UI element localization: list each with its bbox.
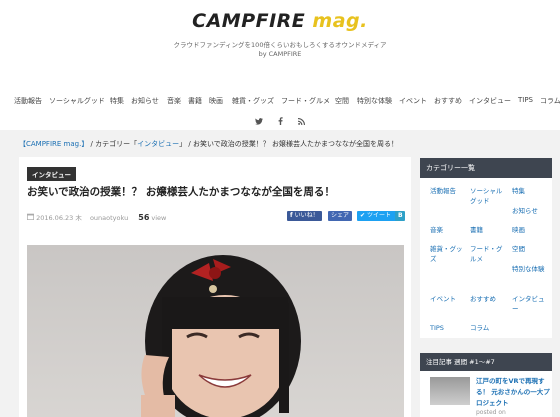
calendar-icon: [27, 213, 36, 222]
nav-item[interactable]: 書籍: [188, 96, 202, 106]
nav-item[interactable]: お知らせ: [131, 96, 159, 106]
twitter-icon[interactable]: [255, 118, 264, 127]
breadcrumb-current: お笑いで政治の授業！？ お嬢様芸人たかまつななが全国を周る！: [192, 140, 398, 148]
nav-item[interactable]: ソーシャルグッド: [49, 96, 105, 106]
category-badge[interactable]: インタビュー: [27, 167, 76, 181]
site-logo[interactable]: CAMPFIRE mag.: [0, 10, 560, 32]
twitter-icon: ✔: [360, 212, 366, 219]
site-header: CAMPFIRE mag. クラウドファンディングを100倍くらいおもしろくする…: [0, 0, 560, 130]
article-title: お笑いで政治の授業！？ お嬢様芸人たかまつななが全国を周る！: [27, 186, 335, 198]
hero-photo-illustration: [141, 255, 301, 417]
facebook-like-label: いいね！: [294, 212, 319, 219]
popular-article-posted: posted on: [476, 409, 506, 416]
breadcrumb-home[interactable]: 【CAMPFIRE mag.】: [19, 140, 88, 148]
nav-item[interactable]: 活動報告: [14, 96, 42, 106]
popular-article-title[interactable]: 江戸の町をVRで再現する！ 元おさかんの一大プロジェクト: [476, 376, 550, 409]
nav-item[interactable]: 特別な体験: [357, 96, 392, 106]
category-link[interactable]: TIPS: [430, 323, 468, 333]
popular-articles-heading: 注目記事 週間 #1〜#7: [420, 353, 552, 371]
article-meta: 2016.06.23 木 ounaotyoku 56 view: [27, 212, 166, 222]
logo-accent[interactable]: mag.: [312, 10, 367, 32]
category-link[interactable]: ソーシャルグッド: [470, 186, 508, 206]
hatena-bookmark-button[interactable]: B: [395, 211, 405, 221]
category-link[interactable]: 映画: [512, 225, 550, 235]
facebook-icon: f: [290, 212, 293, 219]
tweet-label: ツイート: [367, 212, 392, 219]
nav-item[interactable]: 特集: [110, 96, 124, 106]
category-link[interactable]: お知らせ: [512, 206, 550, 216]
category-link[interactable]: 特集: [512, 186, 550, 196]
article-card: インタビュー お笑いで政治の授業！？ お嬢様芸人たかまつななが全国を周る！ 20…: [19, 157, 411, 417]
category-link[interactable]: イベント: [430, 294, 468, 304]
facebook-like-button[interactable]: f いいね！: [287, 211, 322, 221]
rss-icon[interactable]: [297, 118, 305, 127]
breadcrumb-separator: /: [186, 140, 193, 148]
categories-list: 活動報告 ソーシャルグッド 特集 お知らせ 音楽 書籍 映画 雑貨・グッズ フー…: [420, 178, 552, 338]
main-nav: 活動報告 ソーシャルグッド 特集 お知らせ 音楽 書籍 映画 雑貨・グッズ フー…: [0, 96, 560, 110]
nav-item[interactable]: イベント: [399, 96, 427, 106]
view-label: view: [151, 214, 167, 222]
facebook-share-button[interactable]: シェア: [328, 211, 353, 221]
category-link[interactable]: 書籍: [470, 225, 508, 235]
popular-article-thumbnail[interactable]: [430, 377, 470, 405]
social-links: [0, 117, 560, 127]
nav-item[interactable]: インタビュー: [469, 96, 511, 106]
category-link[interactable]: 雑貨・グッズ: [430, 244, 468, 264]
category-link[interactable]: 活動報告: [430, 186, 468, 196]
view-count: 56: [138, 213, 150, 222]
nav-item[interactable]: 雑貨・グッズ: [232, 96, 274, 106]
breadcrumb-category[interactable]: インタビュー: [137, 140, 179, 148]
tweet-button[interactable]: ✔ ツイート: [357, 211, 397, 221]
nav-item[interactable]: TIPS: [518, 96, 533, 104]
nav-item[interactable]: フード・グルメ: [281, 96, 330, 106]
nav-item[interactable]: 映画: [209, 96, 223, 106]
nav-item[interactable]: 音楽: [167, 96, 181, 106]
category-link[interactable]: おすすめ: [470, 294, 508, 304]
breadcrumb-category-prefix: カテゴリー「: [95, 140, 138, 148]
popular-article-item[interactable]: 江戸の町をVRで再現する！ 元おさかんの一大プロジェクト posted on: [420, 371, 552, 417]
article-author[interactable]: ounaotyoku: [90, 214, 128, 222]
hatena-icon: B: [398, 212, 403, 219]
category-link[interactable]: 空間: [512, 244, 550, 254]
article-hero-image: [27, 245, 404, 417]
breadcrumb: 【CAMPFIRE mag.】 / カテゴリー「インタビュー」 / お笑いで政治…: [19, 139, 398, 149]
category-link[interactable]: コラム: [470, 323, 508, 333]
category-link[interactable]: 特別な体験: [512, 264, 550, 274]
category-link[interactable]: 音楽: [430, 225, 468, 235]
logo-main[interactable]: CAMPFIRE: [192, 10, 312, 32]
facebook-icon[interactable]: [278, 117, 283, 127]
categories-heading: カテゴリー一覧: [420, 158, 552, 178]
category-link[interactable]: インタビュー: [512, 294, 550, 314]
nav-item[interactable]: コラム: [540, 96, 560, 106]
site-tagline: クラウドファンディングを100倍くらいおもしろくするオウンドメディア: [173, 41, 387, 49]
facebook-share-label: シェア: [331, 212, 350, 219]
nav-item[interactable]: 空間: [335, 96, 349, 106]
site-byline: by CAMPFIRE: [258, 50, 302, 58]
category-link[interactable]: フード・グルメ: [470, 244, 508, 264]
article-date: 2016.06.23 木: [36, 214, 82, 222]
nav-item[interactable]: おすすめ: [434, 96, 462, 106]
